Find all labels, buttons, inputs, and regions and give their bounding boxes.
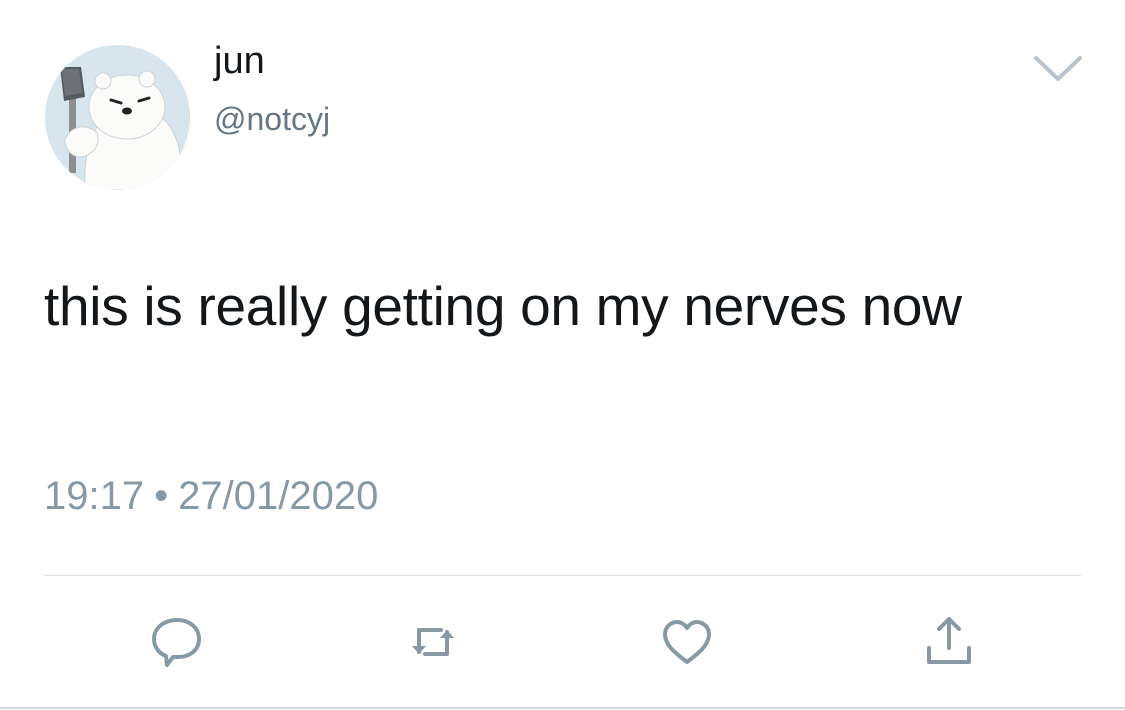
tweet-timestamp[interactable]: 19:17 • 27/01/2020 [44, 476, 378, 516]
share-button[interactable] [919, 612, 979, 672]
separator-dot: • [154, 474, 169, 518]
reply-icon [152, 618, 201, 667]
retweet-icon [412, 628, 454, 656]
display-name[interactable]: jun [214, 42, 265, 80]
divider [44, 575, 1081, 576]
like-button[interactable] [657, 612, 717, 672]
share-icon [927, 617, 971, 664]
tweet-text: this is really getting on my nerves now [44, 275, 962, 337]
heart-icon [663, 620, 711, 664]
bottom-divider [0, 707, 1125, 709]
avatar[interactable] [45, 45, 190, 190]
retweet-button[interactable] [403, 612, 463, 672]
user-handle[interactable]: @notcyj [214, 103, 330, 135]
tweet-time: 19:17 [44, 474, 145, 518]
tweet-date: 27/01/2020 [178, 474, 379, 518]
reply-button[interactable] [147, 612, 207, 672]
chevron-down-icon[interactable] [1032, 54, 1084, 84]
polar-bear-avatar-image [45, 45, 190, 190]
